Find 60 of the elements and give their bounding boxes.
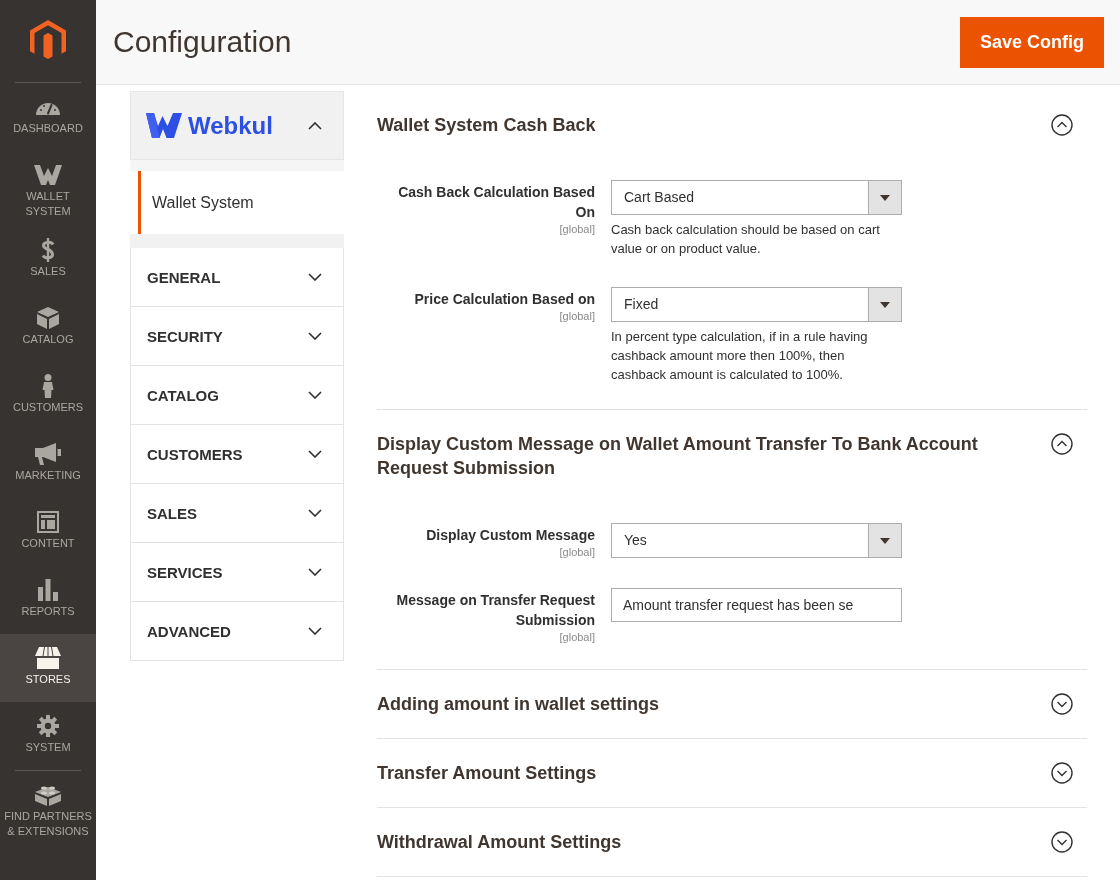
person-icon [42,374,54,398]
field-hint: Cash back calculation should be based on cart value or on product value. [611,221,881,258]
w-logo-icon [146,113,182,138]
nav-item[interactable]: SYSTEM [0,702,96,770]
collapse-icon[interactable] [1051,114,1073,136]
nav-item[interactable]: CONTENT [0,498,96,566]
field-label: Display Custom Message [426,526,595,545]
section-title[interactable]: Display Custom Message on Wallet Amount Transfer To Bank Account Request Submission [377,432,1031,480]
storefront-icon [35,647,61,669]
megaphone-icon [35,443,61,465]
config-group-tab[interactable]: SERVICES [130,543,344,602]
expand-icon[interactable] [1051,693,1073,715]
config-group-tab[interactable]: GENERAL [130,248,344,307]
nav-item[interactable]: MARKETING [0,430,96,498]
nav-item[interactable]: SALES [0,226,96,294]
page-title: Configuration [113,25,292,59]
box-icon [37,307,59,329]
field-label: Message on Transfer Request Submission [395,591,595,630]
scope-label: [global] [559,630,595,644]
nav-item[interactable]: CATALOG [0,294,96,362]
nav-item[interactable]: FIND PARTNERS & EXTENSIONS [0,771,96,846]
collapse-icon[interactable] [1051,433,1073,455]
scope-label: [global] [559,309,595,323]
logo-icon[interactable] [30,20,66,62]
nav-item[interactable]: CUSTOMERS [0,362,96,430]
scope-label: [global] [559,222,595,236]
field-hint: In percent type calculation, if in a rule having cashback amount more then 100%, then cashback amount is calculated to 100%. [611,328,869,384]
layout-icon [37,511,59,533]
expand-icon[interactable] [1051,831,1073,853]
nav-item[interactable]: REPORTS [0,566,96,634]
dropdown[interactable]: Fixed [611,287,902,322]
lego-brick-icon [35,784,61,806]
config-group-tab[interactable]: SECURITY [130,307,344,366]
caret-icon [868,288,901,321]
w-logo-icon [34,165,62,185]
config-group-tab[interactable]: CUSTOMERS [130,425,344,484]
nav-item[interactable]: STORES [0,634,96,702]
text-field[interactable]: Amount transfer request has been se [611,588,902,622]
field-label: Cash Back Calculation Based On [397,183,595,222]
scope-label: [global] [559,545,595,559]
section-title[interactable]: Withdrawal Amount Settings [377,830,622,854]
config-group-tab[interactable]: ADVANCED [130,602,344,661]
field-label: Price Calculation Based on [414,290,595,309]
section-title[interactable]: Transfer Amount Settings [377,761,597,785]
nav-item[interactable]: WALLET SYSTEM [0,151,96,226]
nav-item[interactable]: DASHBOARD [0,83,96,151]
caret-icon [868,181,901,214]
section-title[interactable]: Adding amount in wallet settings [377,692,659,716]
section-title[interactable]: Wallet System Cash Back [377,113,596,137]
dropdown[interactable]: Yes [611,523,902,558]
save-config-button[interactable]: Save Config [959,16,1104,68]
settings-icon [37,715,59,737]
dollar-icon [41,238,55,262]
bar-chart-icon [38,579,58,601]
config-group-tab[interactable]: CATALOG [130,366,344,425]
dropdown[interactable]: Cart Based [611,180,902,215]
brand-tab[interactable]: Webkul [130,91,344,160]
expand-icon[interactable] [1051,762,1073,784]
config-group-tab[interactable]: SALES [130,484,344,543]
caret-icon [868,524,901,557]
